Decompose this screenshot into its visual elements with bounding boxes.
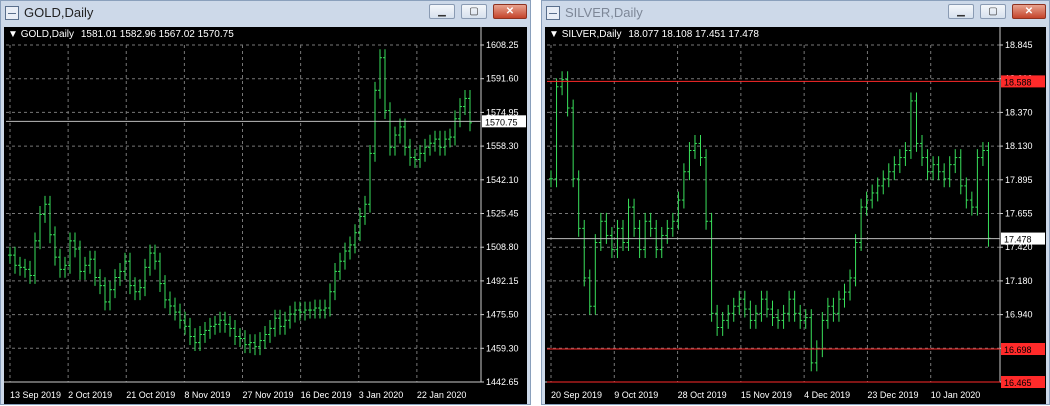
minimize-button[interactable]: ▁	[429, 4, 455, 19]
time-tick-label: 9 Oct 2019	[614, 390, 658, 400]
window-title: GOLD,Daily	[24, 5, 94, 20]
time-tick-label: 28 Oct 2019	[678, 390, 727, 400]
price-tick-label: 17.180	[1005, 276, 1033, 286]
current-price-label: 17.478	[1004, 235, 1032, 245]
price-tick-label: 1591.60	[486, 74, 519, 84]
time-tick-label: 3 Jan 2020	[359, 390, 404, 400]
silver-price-chart[interactable]: ▼ SILVER,Daily 18.077 18.108 17.451 17.4…	[545, 27, 1046, 404]
price-tick-label: 18.845	[1005, 40, 1033, 50]
price-tick-label: 1492.15	[486, 276, 519, 286]
price-tick-label: 1508.80	[486, 242, 519, 252]
time-tick-label: 10 Jan 2020	[931, 390, 981, 400]
gold-price-chart[interactable]: ▼ GOLD,Daily 1581.01 1582.96 1567.02 157…	[4, 27, 527, 404]
time-tick-label: 2 Oct 2019	[68, 390, 112, 400]
close-button[interactable]: ✕	[493, 4, 527, 19]
price-tick-label: 1459.30	[486, 343, 519, 353]
price-tick-label: 1525.45	[486, 209, 519, 219]
chart-window-icon	[546, 6, 560, 20]
silver-chart-window[interactable]: SILVER,Daily ▁ ▢ ✕ ▼ SILVER,Daily 18.077…	[541, 0, 1050, 405]
price-tick-label: 1542.10	[486, 175, 519, 185]
time-tick-label: 21 Oct 2019	[126, 390, 175, 400]
chart-canvas[interactable]: 18.84518.61018.37018.13017.89517.65517.4…	[545, 27, 1048, 406]
close-button[interactable]: ✕	[1012, 4, 1046, 19]
window-title: SILVER,Daily	[565, 5, 643, 20]
current-price-label: 1570.75	[485, 117, 518, 127]
price-level-label: 16.698	[1004, 345, 1032, 355]
price-tick-label: 16.940	[1005, 310, 1033, 320]
price-level-label: 16.465	[1004, 378, 1032, 388]
time-tick-label: 15 Nov 2019	[741, 390, 792, 400]
price-tick-label: 1475.50	[486, 310, 519, 320]
gold-chart-window[interactable]: GOLD,Daily ▁ ▢ ✕ ▼ GOLD,Daily 1581.01 15…	[0, 0, 531, 405]
chart-canvas[interactable]: 1608.251591.601574.951558.301542.101525.…	[4, 27, 529, 406]
minimize-button[interactable]: ▁	[948, 4, 974, 19]
time-tick-label: 8 Nov 2019	[184, 390, 230, 400]
chart-window-icon	[5, 6, 19, 20]
silver-titlebar[interactable]: SILVER,Daily ▁ ▢ ✕	[542, 1, 1049, 27]
time-tick-label: 13 Sep 2019	[10, 390, 61, 400]
time-tick-label: 23 Dec 2019	[867, 390, 918, 400]
price-tick-label: 18.370	[1005, 107, 1033, 117]
time-tick-label: 16 Dec 2019	[301, 390, 352, 400]
price-tick-label: 17.895	[1005, 175, 1033, 185]
price-tick-label: 1442.65	[486, 377, 519, 387]
price-tick-label: 18.130	[1005, 141, 1033, 151]
time-tick-label: 27 Nov 2019	[243, 390, 294, 400]
gold-titlebar[interactable]: GOLD,Daily ▁ ▢ ✕	[1, 1, 530, 27]
price-tick-label: 1608.25	[486, 40, 519, 50]
price-tick-label: 17.655	[1005, 209, 1033, 219]
maximize-button[interactable]: ▢	[461, 4, 487, 19]
price-level-label: 18.588	[1004, 77, 1032, 87]
time-tick-label: 4 Dec 2019	[804, 390, 850, 400]
price-tick-label: 1558.30	[486, 141, 519, 151]
maximize-button[interactable]: ▢	[980, 4, 1006, 19]
time-tick-label: 22 Jan 2020	[417, 390, 467, 400]
time-tick-label: 20 Sep 2019	[551, 390, 602, 400]
